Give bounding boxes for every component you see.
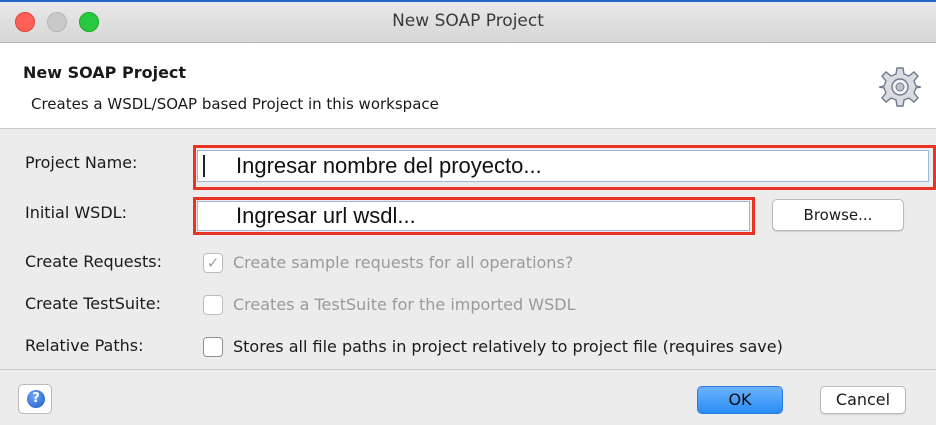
dialog-header: New SOAP Project Creates a WSDL/SOAP bas…	[0, 43, 936, 129]
relative-paths-checkbox[interactable]	[203, 337, 223, 357]
header-description: Creates a WSDL/SOAP based Project in thi…	[31, 95, 439, 113]
footer-divider	[0, 369, 936, 370]
create-requests-label: Create Requests:	[25, 252, 162, 271]
ok-button[interactable]: OK	[697, 386, 783, 414]
relative-paths-label: Relative Paths:	[25, 336, 144, 355]
browse-button[interactable]: Browse...	[772, 199, 904, 231]
create-testsuite-label: Create TestSuite:	[25, 294, 162, 313]
help-button[interactable]: ?	[18, 384, 52, 414]
relative-paths-text: Stores all file paths in project relativ…	[233, 337, 783, 356]
initial-wsdl-input[interactable]	[197, 201, 750, 231]
help-icon: ?	[27, 390, 45, 408]
create-requests-text: Create sample requests for all operation…	[233, 253, 574, 272]
create-testsuite-text: Creates a TestSuite for the imported WSD…	[233, 295, 576, 314]
new-soap-project-dialog: New SOAP Project New SOAP Project Create…	[0, 0, 936, 425]
title-bar: New SOAP Project	[0, 2, 936, 43]
window-title: New SOAP Project	[392, 11, 544, 31]
project-name-label: Project Name:	[25, 153, 138, 172]
initial-wsdl-label: Initial WSDL:	[25, 203, 127, 222]
header-title: New SOAP Project	[23, 63, 187, 82]
create-requests-checkbox[interactable]: ✓	[203, 253, 223, 273]
gear-icon	[878, 67, 922, 107]
create-testsuite-checkbox[interactable]	[203, 295, 223, 315]
checkmark-icon: ✓	[206, 254, 220, 272]
project-name-input[interactable]	[197, 150, 929, 182]
text-caret	[203, 155, 205, 177]
cancel-button[interactable]: Cancel	[820, 386, 906, 414]
